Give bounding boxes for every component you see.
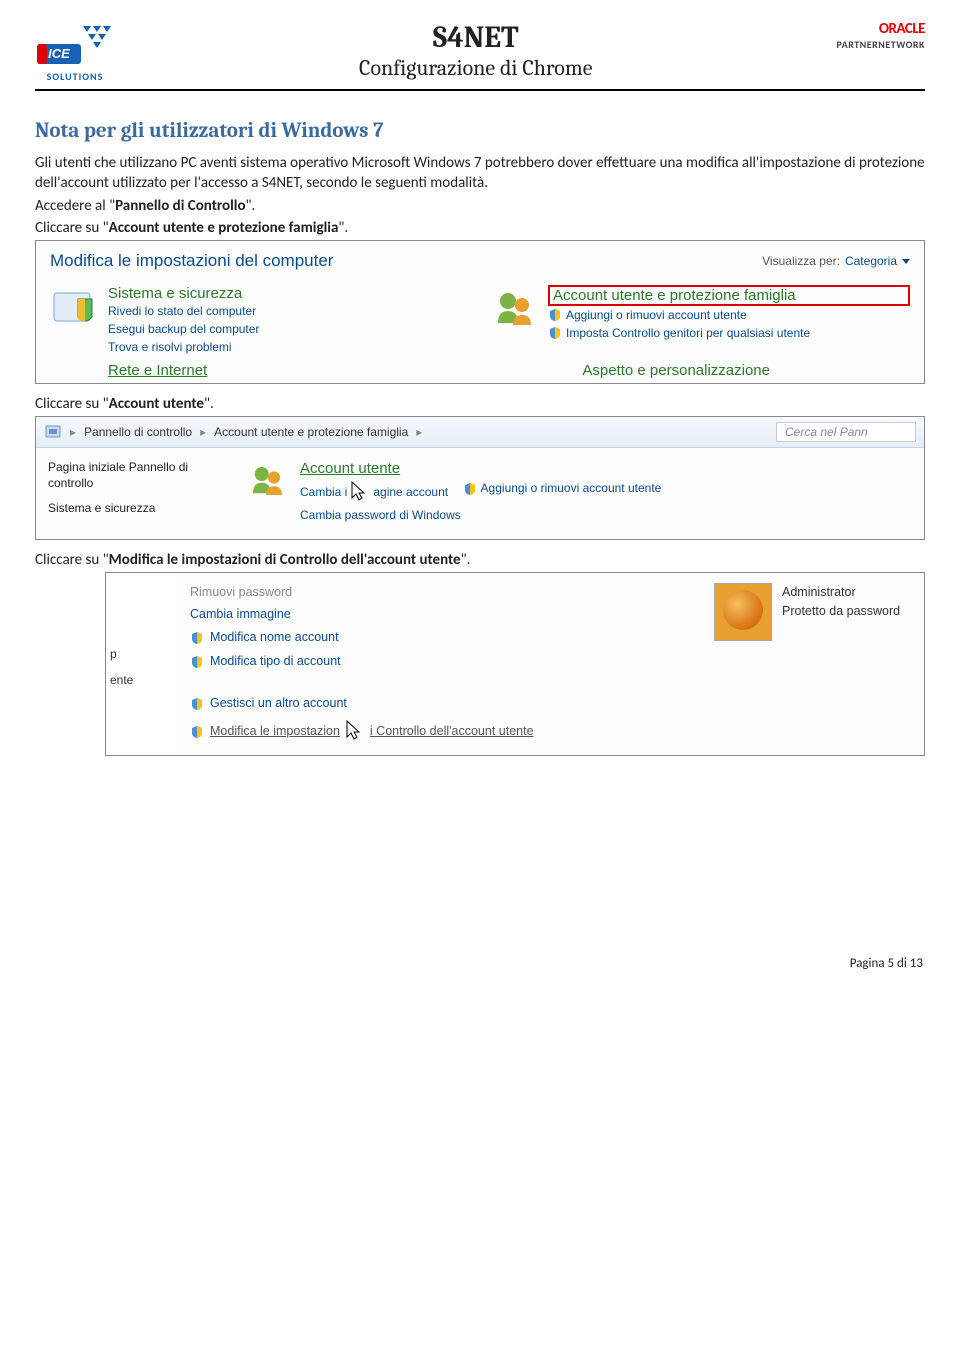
cp-sub[interactable]: Aggiungi o rimuovi account utente [566, 306, 747, 324]
crumb-accounts[interactable]: Account utente e protezione famiglia [214, 425, 408, 439]
svg-text:ICE: ICE [48, 46, 70, 61]
logo-ice: ICE SOLUTIONS [35, 20, 115, 83]
uac-settings-link[interactable]: Modifica le impostazioni Controllo dell'… [190, 715, 690, 747]
shield-icon [548, 326, 562, 340]
cp-sub[interactable]: Esegui backup del computer [108, 320, 470, 338]
cp-sub[interactable]: Trova e risolvi problemi [108, 338, 470, 356]
change-image-link[interactable]: Cambia iagine account [300, 480, 448, 504]
user-accounts-icon [246, 460, 288, 502]
cp-category-accounts[interactable]: Account utente e protezione famiglia Agg… [490, 285, 910, 356]
user-accounts-link[interactable]: Account utente e protezione famiglia [548, 285, 910, 306]
user-avatar [714, 583, 772, 641]
change-image-link[interactable]: Cambia immagine [190, 603, 690, 625]
page-header: ICE SOLUTIONS S4NET Configurazione di Ch… [35, 20, 925, 91]
cursor-icon [349, 480, 369, 504]
logo-text: SOLUTIONS [47, 70, 104, 83]
manage-other-link[interactable]: Gestisci un altro account [190, 691, 690, 715]
section-heading: Nota per gli utilizzatori di Windows 7 [35, 119, 925, 143]
network-link[interactable]: Rete e Internet [108, 362, 207, 379]
oracle-text: ORACLE [837, 20, 926, 38]
doc-title: S4NET [115, 20, 837, 55]
sidebar-system[interactable]: Sistema e sicurezza [48, 501, 224, 517]
cp-sub[interactable]: Rivedi lo stato del computer [108, 302, 470, 320]
remove-password-link[interactable]: Rimuovi password [190, 581, 690, 603]
header-center: S4NET Configurazione di Chrome [115, 20, 837, 81]
appearance-link[interactable]: Aspetto e personalizzazione [582, 362, 770, 379]
view-by[interactable]: Visualizza per: Categoria [762, 254, 910, 268]
ice-logo-icon: ICE [35, 20, 115, 70]
change-type-link[interactable]: Modifica tipo di account [190, 649, 690, 673]
search-input[interactable]: Cerca nel Pann [776, 422, 916, 442]
screenshot-uac: p ente Rimuovi password Cambia immagine … [105, 572, 925, 756]
sidebar-home[interactable]: Pagina iniziale Pannello di controllo [48, 460, 224, 491]
user-accounts-icon [490, 285, 538, 333]
instruction-4: Cliccare su "Modifica le impostazioni di… [35, 550, 925, 570]
system-security-icon [50, 285, 98, 333]
intro-paragraph: Gli utenti che utilizzano PC aventi sist… [35, 153, 925, 194]
add-remove-link[interactable]: Aggiungi o rimuovi account utente [463, 480, 662, 496]
shield-icon [190, 697, 204, 711]
change-password-link[interactable]: Cambia password di Windows [300, 508, 461, 522]
account-utente-link[interactable]: Account utente [300, 460, 400, 477]
chevron-down-icon [902, 259, 910, 264]
shield-icon [463, 482, 477, 496]
shield-icon [190, 655, 204, 669]
doc-subtitle: Configurazione di Chrome [115, 55, 837, 81]
shield-icon [190, 631, 204, 645]
cp-sub[interactable]: Imposta Controllo genitori per qualsiasi… [566, 324, 810, 342]
crumb-cp[interactable]: Pannello di controllo [84, 425, 192, 439]
logo-oracle: ORACLE PARTNERNETWORK [837, 20, 926, 51]
shield-icon [190, 725, 204, 739]
partner-text: PARTNERNETWORK [837, 38, 926, 51]
instruction-1: Accedere al "Pannello di Controllo". [35, 196, 925, 216]
cursor-icon [344, 719, 364, 743]
screenshot-control-panel: Modifica le impostazioni del computer Vi… [35, 240, 925, 384]
s3-sidebar: p ente [106, 573, 176, 755]
cp-title: Modifica le impostazioni del computer [50, 251, 333, 271]
page-footer: Pagina 5 di 13 [35, 956, 925, 971]
cp-icon [44, 423, 62, 441]
system-security-link[interactable]: Sistema e sicurezza [108, 285, 470, 302]
breadcrumb-bar: ▸ Pannello di controllo ▸ Account utente… [36, 417, 924, 448]
change-name-link[interactable]: Modifica nome account [190, 625, 690, 649]
cp-sidebar: Pagina iniziale Pannello di controllo Si… [36, 448, 236, 539]
instruction-2: Cliccare su "Account utente e protezione… [35, 218, 925, 238]
shield-icon [548, 308, 562, 322]
screenshot-account-utente: ▸ Pannello di controllo ▸ Account utente… [35, 416, 925, 540]
cp-category-system[interactable]: Sistema e sicurezza Rivedi lo stato del … [50, 285, 470, 356]
account-info: Administrator Protetto da password [782, 583, 900, 621]
instruction-3: Cliccare su "Account utente". [35, 394, 925, 414]
